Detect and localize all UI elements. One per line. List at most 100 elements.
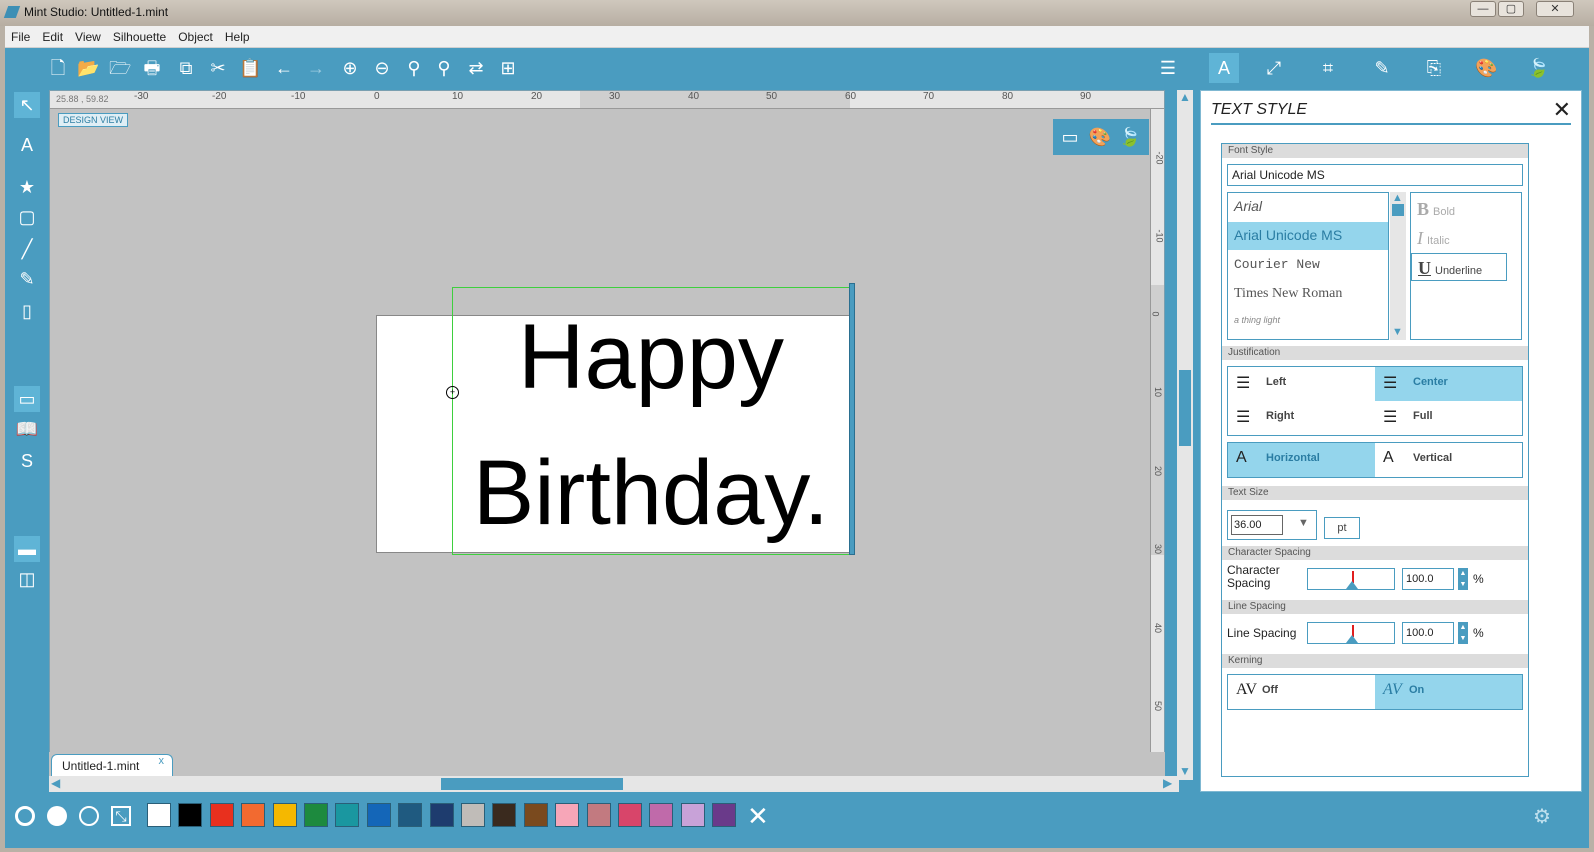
font-list-item[interactable]: Times New Roman — [1228, 281, 1388, 309]
color-swatch[interactable] — [272, 803, 297, 827]
bold-button[interactable]: B Bold — [1411, 195, 1507, 223]
justify-full-button[interactable]: ☰ Full — [1375, 401, 1522, 435]
font-list[interactable]: Arial Arial Unicode MS Courier New Times… — [1227, 192, 1389, 340]
color-swatch[interactable] — [366, 803, 391, 827]
print-icon[interactable]: 🖶 — [141, 57, 163, 79]
rotation-pivot-icon[interactable]: + — [446, 386, 459, 399]
library-book-icon[interactable]: 📖 — [14, 416, 40, 442]
zoom-out-icon[interactable]: ⊖ — [371, 57, 393, 79]
canvas-text-line[interactable]: Birthday. — [452, 447, 850, 539]
line-spacing-stepper[interactable]: ▲ ▼ — [1458, 622, 1468, 644]
new-document-icon[interactable]: 🗋 — [47, 57, 69, 79]
document-tab[interactable]: Untitled-1.mint x — [51, 754, 173, 776]
maximize-button[interactable]: ▢ — [1498, 1, 1524, 17]
kerning-off-button[interactable]: AV Off — [1228, 675, 1375, 709]
page-setup-icon[interactable]: ☰ — [1157, 57, 1179, 79]
char-spacing-stepper[interactable]: ▲ ▼ — [1458, 568, 1468, 590]
menu-object[interactable]: Object — [172, 26, 219, 44]
unit-button[interactable]: pt — [1324, 517, 1360, 539]
color-swatch[interactable] — [712, 803, 737, 827]
redo-icon[interactable]: → — [305, 57, 327, 79]
open-folder-icon[interactable]: 📂 — [77, 57, 99, 79]
zoom-in-icon[interactable]: ⊕ — [339, 57, 361, 79]
horizontal-text-button[interactable]: A Horizontal — [1228, 443, 1375, 477]
menu-silhouette[interactable]: Silhouette — [107, 26, 172, 44]
menu-view[interactable]: View — [69, 26, 107, 44]
font-list-item[interactable]: Arial — [1228, 193, 1388, 221]
no-color-icon[interactable]: ✕ — [747, 801, 769, 832]
page-view-icon[interactable]: ▭ — [1057, 124, 1083, 150]
color-swatch[interactable] — [461, 803, 485, 827]
color-swatch[interactable] — [335, 803, 360, 827]
underline-button[interactable]: U Underline — [1411, 253, 1507, 281]
pan-icon[interactable]: ⇄ — [465, 57, 487, 79]
char-spacing-input[interactable]: 100.0 — [1402, 568, 1454, 590]
font-list-item[interactable]: Courier New — [1228, 252, 1388, 280]
color-swatch[interactable] — [304, 803, 328, 827]
recent-folder-icon[interactable]: 🗁 — [109, 57, 131, 79]
trace-icon[interactable]: ✎ — [1371, 57, 1393, 79]
palette-icon[interactable]: 🎨 — [1087, 124, 1113, 150]
undo-icon[interactable]: ← — [273, 57, 295, 79]
add-page-icon[interactable]: ⊞ — [497, 57, 519, 79]
select-tool-icon[interactable]: ↖ — [14, 92, 40, 118]
color-swatch[interactable] — [429, 803, 454, 827]
slider-knob[interactable] — [1346, 635, 1358, 643]
line-spacing-slider[interactable] — [1307, 622, 1395, 644]
paste-icon[interactable]: 📋 — [239, 57, 261, 79]
shape-tool-icon[interactable]: ★ — [14, 174, 40, 200]
kerning-on-button[interactable]: AV On — [1375, 675, 1522, 709]
scroll-up-icon[interactable]: ▲ — [1179, 90, 1191, 104]
scroll-right-icon[interactable]: ▶ — [1163, 776, 1172, 790]
vertical-text-button[interactable]: A Vertical — [1375, 443, 1522, 477]
eraser-tool-icon[interactable]: ▯ — [14, 298, 40, 324]
copy-icon[interactable]: ⧉ — [175, 57, 197, 79]
zoom-selection-icon[interactable]: ⚲ — [403, 57, 425, 79]
text-style-icon[interactable]: A — [1209, 53, 1239, 83]
horizontal-scroll-thumb[interactable] — [441, 778, 623, 790]
justify-center-button[interactable]: ☰ Center — [1375, 367, 1522, 401]
single-view-icon[interactable]: ▬ — [14, 536, 40, 562]
fill-color-icon[interactable]: 🎨 — [1475, 57, 1497, 79]
color-swatch[interactable] — [523, 803, 548, 827]
menu-help[interactable]: Help — [219, 26, 256, 44]
outline-icon[interactable] — [79, 806, 99, 826]
line-tool-icon[interactable]: ╱ — [14, 236, 40, 262]
canvas-text-line[interactable]: Happy — [452, 311, 850, 403]
design-view-label[interactable]: DESIGN VIEW — [58, 113, 129, 127]
rectangle-tool-icon[interactable]: ▢ — [14, 204, 40, 230]
color-swatch[interactable] — [241, 803, 266, 827]
font-list-item[interactable]: a thing light — [1228, 310, 1388, 338]
close-tab-icon[interactable]: x — [159, 755, 165, 767]
text-size-input[interactable]: 36.00 — [1231, 515, 1283, 535]
silhouette-store-icon[interactable]: S — [14, 448, 40, 474]
text-tool-icon[interactable]: A — [14, 132, 40, 158]
font-list-item-selected[interactable]: Arial Unicode MS — [1228, 222, 1388, 250]
italic-button[interactable]: I Italic — [1411, 224, 1507, 252]
cut-icon[interactable]: ✂ — [207, 57, 229, 79]
transform-icon[interactable]: ⤢ — [1263, 57, 1285, 79]
color-swatch[interactable] — [492, 803, 517, 827]
justify-right-button[interactable]: ☰ Right — [1228, 401, 1375, 435]
vertical-scrollbar[interactable]: ▲ ▼ — [1177, 90, 1193, 780]
close-panel-icon[interactable]: ✕ — [1553, 97, 1571, 123]
color-swatch[interactable] — [555, 803, 580, 827]
chevron-down-icon[interactable]: ▼ — [1298, 517, 1309, 529]
expand-icon[interactable]: ⤡ — [111, 806, 131, 826]
library-icon[interactable]: 🍃 — [1527, 57, 1549, 79]
color-swatch[interactable] — [680, 803, 705, 827]
font-list-scroll-thumb[interactable] — [1392, 204, 1404, 216]
split-view-icon[interactable]: ◫ — [14, 566, 40, 592]
color-swatch[interactable] — [649, 803, 674, 827]
send-icon[interactable]: ⎘ — [1423, 57, 1445, 79]
color-swatch[interactable] — [209, 803, 234, 827]
char-spacing-slider[interactable] — [1307, 568, 1395, 590]
font-name-input[interactable]: Arial Unicode MS — [1227, 164, 1523, 186]
draw-tool-icon[interactable]: ✎ — [14, 266, 40, 292]
fill-icon[interactable] — [47, 806, 67, 826]
leaf-icon[interactable]: 🍃 — [1117, 124, 1143, 150]
color-swatch[interactable] — [147, 803, 171, 827]
close-window-button[interactable]: ✕ — [1536, 1, 1574, 17]
design-page-icon[interactable]: ▭ — [14, 386, 40, 412]
line-spacing-input[interactable]: 100.0 — [1402, 622, 1454, 644]
